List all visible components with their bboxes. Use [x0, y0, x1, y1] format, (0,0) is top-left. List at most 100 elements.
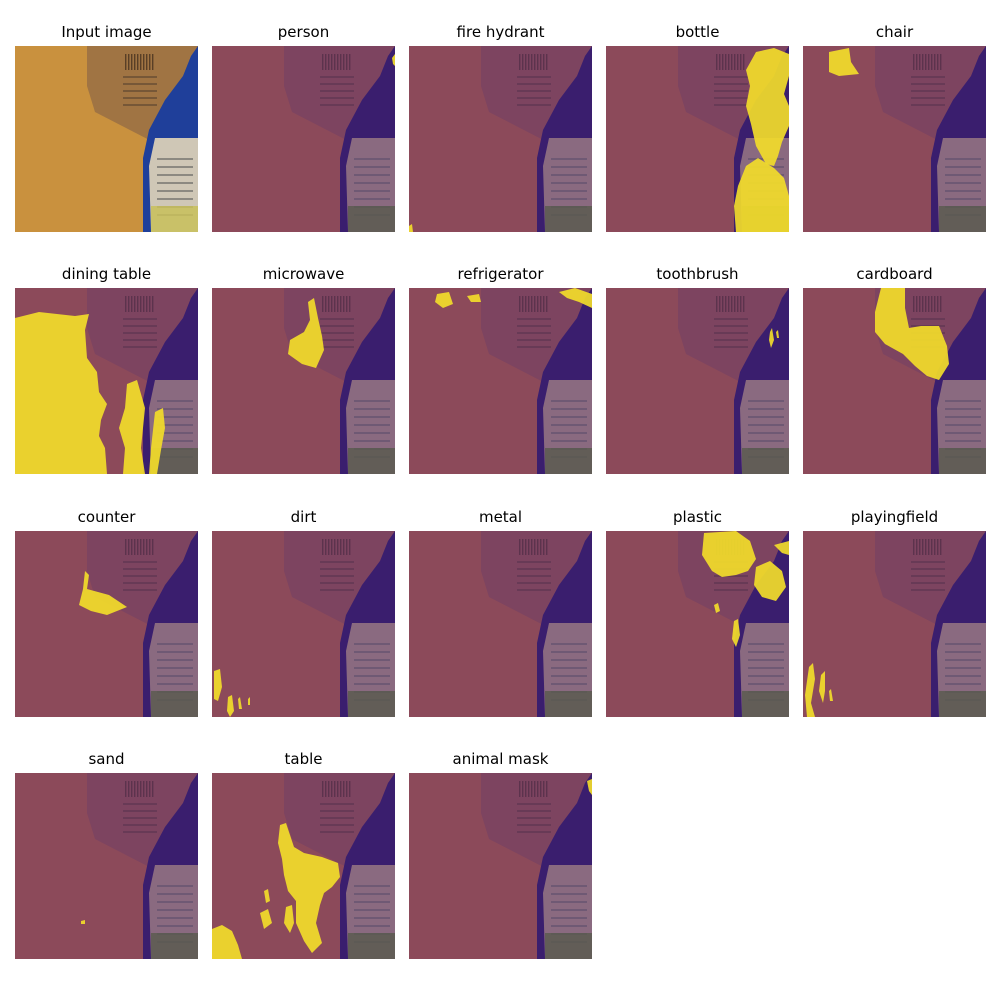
barcode-line — [334, 54, 336, 70]
box-text-line — [320, 561, 354, 563]
label-text-line — [945, 416, 981, 418]
label-text-line — [551, 667, 587, 669]
barcode-line — [728, 296, 730, 312]
box-text-line — [123, 568, 157, 570]
barcode-line — [922, 296, 924, 312]
box-text-line — [123, 803, 157, 805]
barcode-line — [522, 54, 524, 70]
label-band — [151, 206, 198, 232]
panel-image — [212, 46, 395, 232]
barcode-line — [128, 539, 130, 555]
barcode-line — [140, 781, 142, 797]
panel-microwave: microwave — [212, 265, 395, 474]
label-text-line — [748, 432, 784, 434]
label-text-line — [157, 667, 193, 669]
label-text-line — [748, 400, 784, 402]
panel-title: table — [284, 750, 323, 768]
label-text-line — [354, 174, 390, 176]
label-band — [545, 933, 592, 959]
label-text-line — [551, 198, 587, 200]
box-text-line — [517, 339, 551, 341]
box-text-line — [320, 339, 354, 341]
barcode-line — [322, 539, 324, 555]
barcode-line — [922, 54, 924, 70]
barcode-line — [940, 296, 942, 312]
barcode-line — [337, 54, 339, 70]
box-text-line — [714, 90, 748, 92]
label-text-line — [551, 400, 587, 402]
label-text-line — [157, 683, 193, 685]
box-text-line — [517, 76, 551, 78]
label-text-line — [157, 643, 193, 645]
label-text-line — [748, 643, 784, 645]
barcode-line — [349, 539, 351, 555]
box-text-line — [320, 318, 354, 320]
panel-title: metal — [478, 508, 523, 526]
panel-title: person — [277, 23, 330, 41]
label-text-line — [945, 190, 981, 192]
box-text-line — [714, 582, 748, 584]
label-text-line — [354, 667, 390, 669]
barcode-line — [334, 296, 336, 312]
label-text-line — [354, 424, 390, 426]
barcode-line — [125, 296, 127, 312]
label-text-line — [551, 651, 587, 653]
box-text-line — [911, 561, 945, 563]
barcode-line — [937, 54, 939, 70]
label-text-line — [354, 198, 390, 200]
panel-image — [15, 46, 198, 232]
panel-title: microwave — [262, 265, 345, 283]
barcode-line — [337, 539, 339, 555]
barcode-line — [322, 54, 324, 70]
barcode-line — [334, 539, 336, 555]
panel-animal-mask: animal mask — [409, 750, 592, 959]
label-band — [939, 448, 986, 474]
box-text-line — [320, 831, 354, 833]
barcode-line — [928, 539, 930, 555]
barcode-line — [125, 539, 127, 555]
barcode-line — [546, 54, 548, 70]
box-text-line — [714, 339, 748, 341]
box-text-line — [320, 824, 354, 826]
label-text-line — [748, 440, 784, 442]
box-text-line — [123, 824, 157, 826]
barcode-line — [731, 54, 733, 70]
box-text-line — [714, 318, 748, 320]
label-text-line — [551, 683, 587, 685]
label-text-line — [354, 190, 390, 192]
label-text-line — [945, 643, 981, 645]
panel-image — [803, 46, 986, 232]
label-text-line — [551, 432, 587, 434]
label-text-line — [157, 675, 193, 677]
label-text-line — [945, 683, 981, 685]
label-text-line — [551, 158, 587, 160]
box-text-line — [517, 803, 551, 805]
box-text-line — [517, 318, 551, 320]
barcode-line — [531, 296, 533, 312]
box-text-line — [123, 104, 157, 106]
box-text-line — [517, 568, 551, 570]
label-text-line — [945, 174, 981, 176]
panel-image — [803, 531, 986, 717]
barcode-line — [525, 539, 527, 555]
label-text-line — [354, 675, 390, 677]
label-text-line — [945, 166, 981, 168]
barcode-line — [134, 781, 136, 797]
label-text-line — [354, 909, 390, 911]
label-text-line — [551, 424, 587, 426]
barcode-line — [146, 781, 148, 797]
label-text-line — [354, 925, 390, 927]
barcode-line — [737, 296, 739, 312]
barcode-line — [519, 781, 521, 797]
label-text-line — [157, 909, 193, 911]
box-text-line — [911, 575, 945, 577]
barcode-line — [152, 781, 154, 797]
barcode-line — [537, 296, 539, 312]
label-text-line — [945, 651, 981, 653]
barcode-line — [152, 539, 154, 555]
box-text-line — [123, 831, 157, 833]
barcode-line — [131, 54, 133, 70]
barcode-line — [743, 54, 745, 70]
label-text-line — [157, 651, 193, 653]
barcode-line — [719, 296, 721, 312]
